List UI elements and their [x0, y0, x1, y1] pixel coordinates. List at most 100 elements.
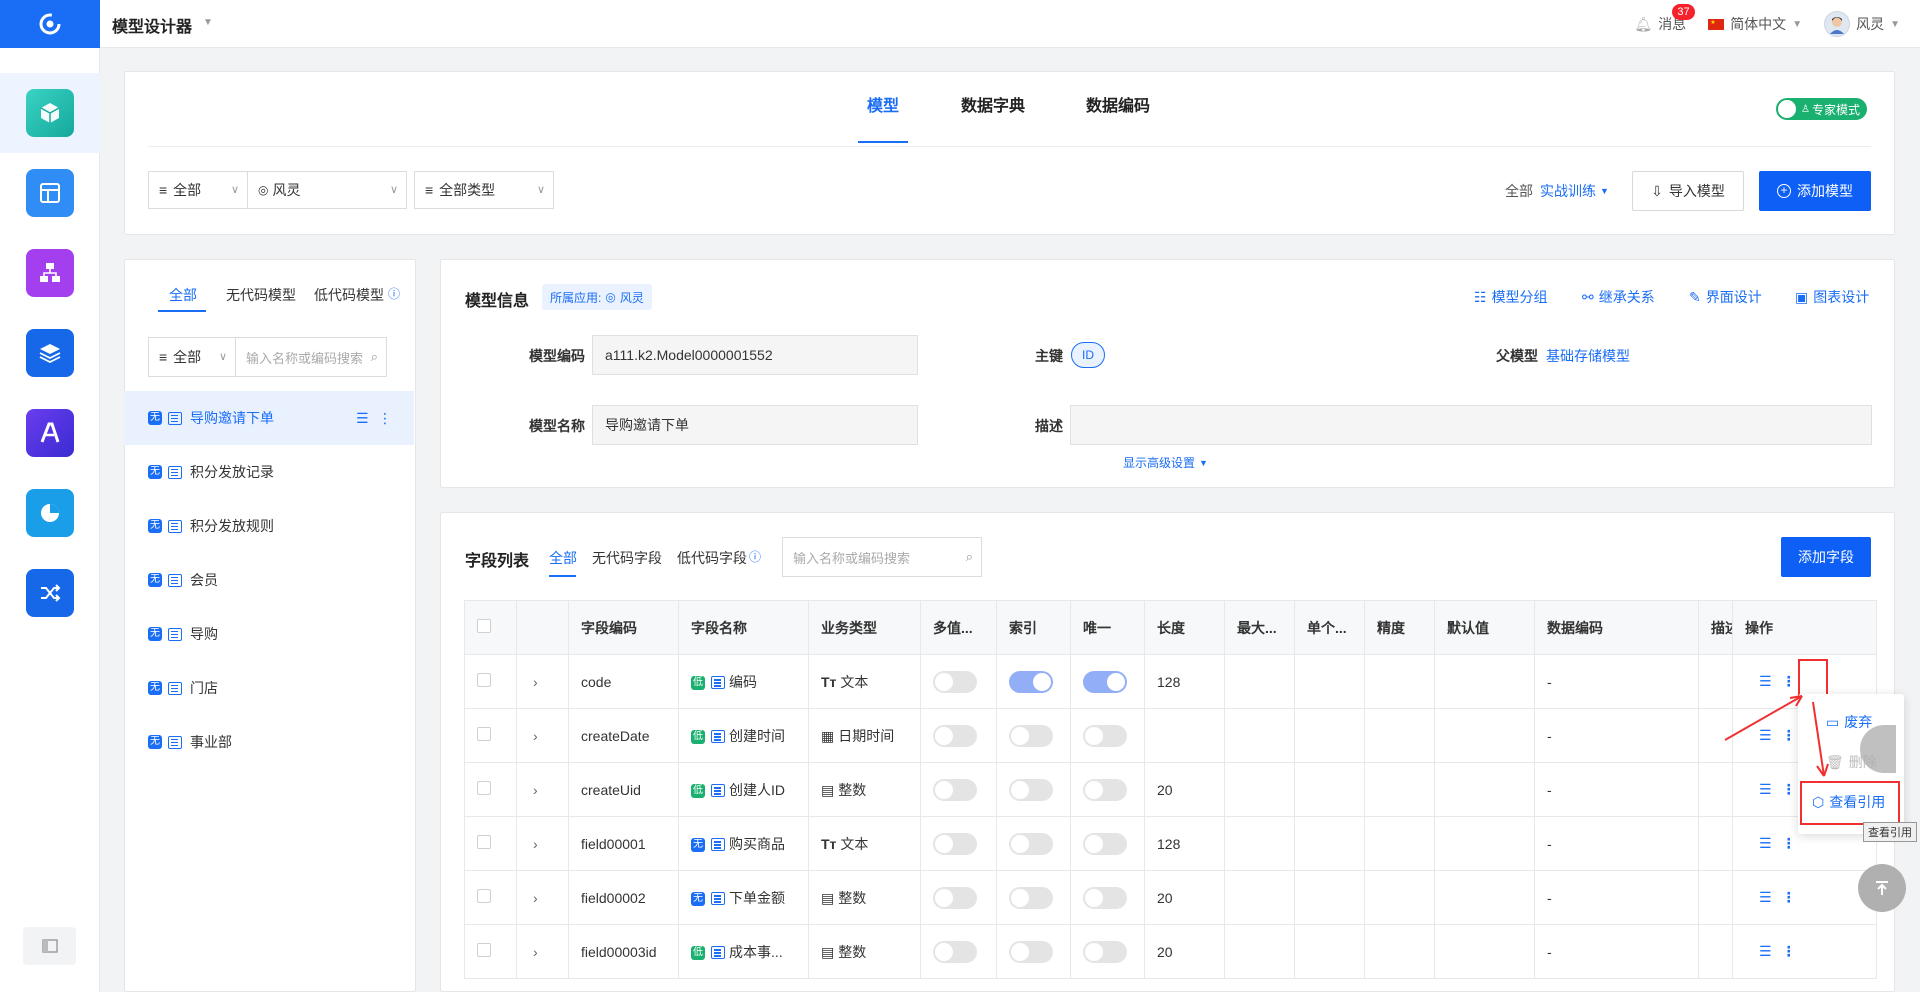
field-search-input[interactable]: 输入名称或编码搜索 ⌕	[782, 537, 982, 577]
expand-cell[interactable]: ›	[516, 870, 569, 925]
owner-select[interactable]: ◎ 风灵 ∨	[247, 171, 407, 209]
chevron-right-icon[interactable]: ›	[533, 674, 538, 690]
parent-model-link[interactable]: 基础存储模型	[1546, 346, 1630, 366]
multi-value-toggle[interactable]	[933, 778, 977, 801]
import-model-button[interactable]: ⇩ 导入模型	[1632, 171, 1744, 211]
app-switch-caret-icon[interactable]: ▼	[203, 17, 213, 28]
chevron-right-icon[interactable]: ›	[533, 890, 538, 906]
table-row[interactable]: › createUid 低创建人ID ▤ 整数 20 - ☰ ⋮	[464, 762, 1877, 817]
back-to-top-button[interactable]	[1858, 864, 1906, 912]
more-vertical-icon[interactable]: ⋮	[1782, 673, 1796, 689]
unique-toggle[interactable]	[1083, 940, 1127, 963]
index-toggle[interactable]	[1009, 778, 1053, 801]
more-vertical-icon[interactable]: ⋮	[1782, 943, 1796, 959]
sidebar-item-page-designer[interactable]	[0, 153, 100, 233]
tab-data-encoding[interactable]: 数据编码	[1080, 71, 1156, 143]
sidebar-item-layers[interactable]	[0, 313, 100, 393]
more-vertical-icon[interactable]: ⋮	[1782, 835, 1796, 851]
app-logo[interactable]	[0, 0, 100, 48]
multi-value-toggle[interactable]	[933, 940, 977, 963]
chevron-right-icon[interactable]: ›	[533, 944, 538, 960]
help-icon[interactable]: ⓘ	[388, 285, 400, 302]
unique-toggle[interactable]	[1083, 886, 1127, 909]
expand-cell[interactable]: ›	[516, 816, 569, 871]
ui-design-link[interactable]: ✎ 界面设计	[1689, 287, 1762, 307]
inheritance-link[interactable]: ⚯ 继承关系	[1582, 287, 1655, 307]
table-row[interactable]: › field00001 无 购买商品 Tт 文本 128 - ☰ ⋮	[464, 816, 1877, 871]
row-checkbox[interactable]	[477, 727, 491, 741]
unique-toggle[interactable]	[1083, 670, 1127, 693]
table-row[interactable]: › field00002 无下单金额 ▤ 整数 20 - ☰ ⋮	[464, 870, 1877, 925]
more-vertical-icon[interactable]: ⋮	[378, 410, 392, 427]
table-row[interactable]: › code 低 编码 Tт 文本 128 - ☰ ⋮	[464, 654, 1877, 709]
app-title[interactable]: 模型设计器	[112, 13, 192, 37]
model-list-item[interactable]: 无 事业部	[124, 715, 414, 769]
model-list-item[interactable]: 无 积分发放记录	[124, 445, 414, 499]
table-row[interactable]: › createDate 低创建时间 ▦ 日期时间 - ☰ ⋮	[464, 708, 1877, 763]
row-select-cell[interactable]	[464, 816, 517, 871]
sidebar-item-flow-designer[interactable]	[0, 233, 100, 313]
tab-model[interactable]: 模型	[858, 71, 908, 143]
sidebar-item-integration[interactable]	[0, 553, 100, 633]
multi-value-toggle[interactable]	[933, 832, 977, 855]
advanced-settings-toggle[interactable]: 显示高级设置 ▼	[1123, 454, 1208, 471]
row-checkbox[interactable]	[477, 781, 491, 795]
messages-button[interactable]: 🔔︎ 消息 37	[1634, 4, 1695, 34]
more-vertical-icon[interactable]: ⋮	[1782, 889, 1796, 905]
row-checkbox[interactable]	[477, 835, 491, 849]
tab-data-dictionary[interactable]: 数据字典	[955, 71, 1031, 143]
model-group-link[interactable]: ☷ 模型分组	[1474, 287, 1548, 307]
settings-sliders-icon[interactable]: ☰	[1759, 673, 1772, 689]
settings-sliders-icon[interactable]: ☰	[1759, 943, 1772, 959]
user-menu[interactable]: 风灵 ▼	[1824, 11, 1900, 37]
row-checkbox[interactable]	[477, 673, 491, 687]
index-toggle[interactable]	[1009, 724, 1053, 747]
tab-all-models[interactable]: 全部	[169, 285, 197, 305]
expand-cell[interactable]: ›	[516, 762, 569, 817]
model-name-field[interactable]: 导购邀请下单	[592, 405, 918, 445]
select-all-cell[interactable]	[464, 600, 517, 655]
row-checkbox[interactable]	[477, 889, 491, 903]
sidebar-collapse-button[interactable]	[23, 927, 76, 965]
model-list-item[interactable]: 无 导购	[124, 607, 414, 661]
index-toggle[interactable]	[1009, 670, 1053, 693]
row-select-cell[interactable]	[464, 762, 517, 817]
tab-all-fields[interactable]: 全部	[549, 548, 577, 568]
model-list-item[interactable]: 无 门店	[124, 661, 414, 715]
tab-no-code-models[interactable]: 无代码模型	[226, 285, 296, 305]
settings-sliders-icon[interactable]: ☰	[356, 410, 369, 427]
multi-value-toggle[interactable]	[933, 886, 977, 909]
index-toggle[interactable]	[1009, 940, 1053, 963]
row-select-cell[interactable]	[464, 654, 517, 709]
sidebar-item-reports[interactable]	[0, 473, 100, 553]
model-code-field[interactable]: a111.k2.Model0000001552	[592, 335, 918, 375]
unique-toggle[interactable]	[1083, 724, 1127, 747]
tab-no-code-fields[interactable]: 无代码字段	[592, 548, 662, 568]
add-model-button[interactable]: + 添加模型	[1759, 171, 1871, 211]
expert-mode-toggle[interactable]: ♙ 专家模式	[1776, 98, 1867, 120]
model-list-item[interactable]: 无 导购邀请下单 ☰ ⋮	[124, 391, 414, 445]
help-icon[interactable]: ⓘ	[749, 548, 761, 565]
sidebar-item-model-designer[interactable]	[0, 73, 100, 153]
table-row[interactable]: › field00003id 低成本事... ▤ 整数 20 - ☰ ⋮	[464, 924, 1877, 979]
unique-toggle[interactable]	[1083, 778, 1127, 801]
row-select-cell[interactable]	[464, 924, 517, 979]
chevron-right-icon[interactable]: ›	[533, 782, 538, 798]
settings-sliders-icon[interactable]: ☰	[1759, 835, 1772, 851]
expand-cell[interactable]: ›	[516, 924, 569, 979]
model-search-input[interactable]: 输入名称或编码搜索 ⌕	[235, 337, 387, 377]
row-select-cell[interactable]	[464, 708, 517, 763]
unique-toggle[interactable]	[1083, 832, 1127, 855]
multi-value-toggle[interactable]	[933, 724, 977, 747]
expand-cell[interactable]: ›	[516, 654, 569, 709]
multi-value-toggle[interactable]	[933, 670, 977, 693]
sidebar-item-ai[interactable]	[0, 393, 100, 473]
tab-low-code-models[interactable]: 低代码模型	[314, 285, 384, 305]
chevron-right-icon[interactable]: ›	[533, 728, 538, 744]
type-select[interactable]: ≡ 全部类型 ∨	[414, 171, 554, 209]
language-select[interactable]: ★ 简体中文 ▼	[1708, 14, 1802, 34]
chevron-right-icon[interactable]: ›	[533, 836, 538, 852]
description-field[interactable]	[1070, 405, 1872, 445]
chart-design-link[interactable]: ▣ 图表设计	[1795, 287, 1869, 307]
add-field-button[interactable]: 添加字段	[1781, 537, 1871, 577]
